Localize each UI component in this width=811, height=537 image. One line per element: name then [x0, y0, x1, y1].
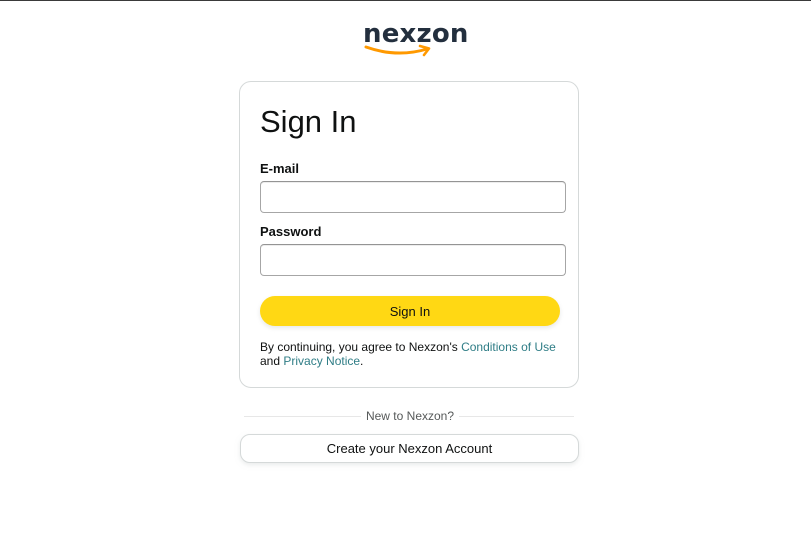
privacy-notice-link[interactable]: Privacy Notice — [283, 354, 360, 368]
email-field[interactable] — [260, 181, 566, 213]
new-customer-text: New to Nexzon? — [365, 409, 455, 423]
divider-line-left — [244, 416, 361, 417]
password-label: Password — [260, 224, 322, 239]
sign-in-button[interactable]: Sign In — [260, 296, 560, 326]
new-customer-divider: New to Nexzon? — [244, 408, 574, 424]
page-title: Sign In — [260, 104, 357, 139]
legal-notice: By continuing, you agree to Nexzon's Con… — [260, 340, 560, 368]
legal-prefix: By continuing, you agree to Nexzon's — [260, 340, 462, 354]
legal-conjunction: and — [260, 354, 284, 368]
divider-line-right — [459, 416, 574, 417]
create-account-button[interactable]: Create your Nexzon Account — [240, 434, 579, 463]
email-label: E-mail — [260, 161, 300, 176]
top-border — [0, 0, 811, 1]
conditions-of-use-link[interactable]: Conditions of Use — [461, 340, 556, 354]
legal-suffix: . — [360, 354, 364, 368]
signin-card: Sign In E-mail Password Sign In By conti… — [239, 81, 579, 388]
smile-arrow-icon — [364, 44, 431, 57]
password-field[interactable] — [260, 244, 566, 276]
nexzon-logo[interactable]: nexzon — [363, 18, 468, 60]
